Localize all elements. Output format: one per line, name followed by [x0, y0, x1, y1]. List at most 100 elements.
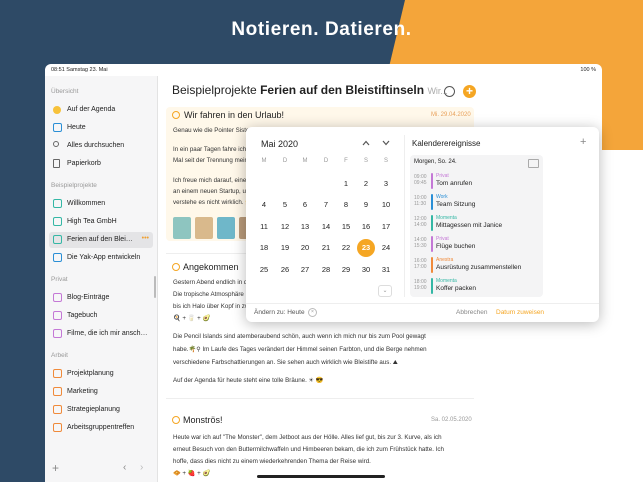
event-color-bar [431, 257, 433, 273]
calendar-day[interactable]: 13 [295, 218, 315, 236]
event-item[interactable]: 16:00 17:00 Anestra Ausrüstung zusammenste… [414, 256, 538, 276]
event-calendar: Work [436, 194, 448, 200]
calendar-day[interactable]: 2 [356, 175, 376, 193]
calendar-day-selected[interactable]: 23 [357, 239, 375, 257]
sidebar-item-search[interactable]: Alles durchsuchen [49, 138, 153, 154]
event-color-bar [431, 236, 433, 252]
calendar-day[interactable]: 8 [336, 196, 356, 214]
entry-title: Monströs! [183, 415, 223, 425]
calendar-day[interactable]: 11 [254, 218, 274, 236]
sidebar-item-label: Willkommen [67, 200, 106, 207]
sidebar-item-blog[interactable]: Blog-Einträge [49, 290, 153, 306]
calendar-day[interactable]: 17 [376, 218, 396, 236]
calendar-day[interactable]: 24 [376, 239, 396, 257]
sidebar-item-strategieplanung[interactable]: Strategieplanung [49, 402, 153, 418]
calendar-day[interactable]: 5 [275, 196, 295, 214]
sidebar-item-high-tea[interactable]: High Tea GmbH [49, 214, 153, 230]
entry-checkbox[interactable] [172, 111, 180, 119]
entry-checkbox[interactable] [172, 416, 180, 424]
search-icon[interactable] [444, 86, 455, 97]
section-overview: Übersicht [51, 88, 79, 95]
calendar-day[interactable]: 25 [254, 261, 274, 279]
document-icon [53, 253, 62, 262]
add-event-button[interactable]: + [580, 136, 586, 148]
entry-date[interactable]: Mi. 29.04.2020 [431, 112, 471, 118]
sidebar-scrollbar[interactable] [154, 276, 156, 298]
weekday-label: M [261, 158, 267, 164]
sidebar-item-marketing[interactable]: Marketing [49, 384, 153, 400]
chevron-up-icon [362, 140, 370, 146]
sidebar-item-ferien[interactable]: Ferien auf den Blei… ••• [49, 232, 153, 248]
calendar-day[interactable]: 1 [336, 175, 356, 193]
cancel-button[interactable]: Abbrechen [456, 309, 487, 316]
next-month-icon[interactable] [382, 138, 390, 148]
back-button[interactable]: ‹ [123, 462, 126, 473]
calendar-day[interactable]: 12 [275, 218, 295, 236]
clear-date-icon[interactable]: × [308, 308, 317, 317]
sidebar-item-projektplanung[interactable]: Projektplanung [49, 366, 153, 382]
event-color-bar [431, 173, 433, 189]
calendar-day[interactable]: 31 [376, 261, 396, 279]
calendar-day[interactable]: 4 [254, 196, 274, 214]
prev-month-icon[interactable] [362, 138, 370, 148]
change-to-today-button[interactable]: Ändern zu: Heute [254, 309, 305, 316]
sidebar-item-agenda[interactable]: Auf der Agenda [49, 102, 153, 118]
calendar-toggle-icon[interactable] [528, 159, 539, 168]
calendar-day[interactable]: 28 [316, 261, 336, 279]
sidebar-item-filme[interactable]: Filme, die ich mir ansch… [49, 326, 153, 342]
calendar-day[interactable]: 30 [356, 261, 376, 279]
sidebar-item-trash[interactable]: Papierkorb [49, 156, 153, 172]
sidebar-item-label: Filme, die ich mir ansch… [67, 330, 148, 337]
assign-date-button[interactable]: Datum zuweisen [496, 309, 544, 316]
sidebar-item-today[interactable]: Heute [49, 120, 153, 136]
event-item[interactable]: 09:00 09:45 Privat Tom anrufen [414, 172, 538, 192]
event-item[interactable]: 18:00 19:00 Momenta Koffer packen [414, 277, 538, 297]
event-item[interactable]: 10:00 11:30 Work Team Sitzung [414, 193, 538, 213]
sidebar-item-willkommen[interactable]: Willkommen [49, 196, 153, 212]
event-time: 16:00 17:00 [414, 258, 427, 270]
calendar-day[interactable]: 7 [316, 196, 336, 214]
page-title: Beispielprojekte Ferien auf den Bleistif… [172, 83, 448, 97]
sidebar-item-yak-app[interactable]: Die Yak-App entwickeln [49, 250, 153, 266]
search-icon [53, 141, 59, 147]
calendar-day[interactable]: 29 [336, 261, 356, 279]
event-name: Koffer packen [436, 285, 476, 292]
marketing-headline: Notieren. Datieren. [231, 19, 412, 40]
event-item[interactable]: 12:00 14:00 Momenta Mittagessen mit Janice [414, 214, 538, 234]
entry-checkbox[interactable] [172, 263, 180, 271]
calendar-day[interactable]: 22 [336, 239, 356, 257]
sidebar-item-tagebuch[interactable]: Tagebuch [49, 308, 153, 324]
weekday-label: S [363, 158, 368, 164]
calendar-day[interactable]: 18 [254, 239, 274, 257]
calendar-day[interactable]: 26 [275, 261, 295, 279]
calendar-month: Mai 2020 [261, 139, 299, 149]
more-icon[interactable]: ••• [142, 235, 149, 242]
calendar-day[interactable]: 20 [295, 239, 315, 257]
calendar-day[interactable]: 19 [275, 239, 295, 257]
add-entry-button[interactable]: + [463, 85, 476, 98]
calendar-day[interactable]: 3 [376, 175, 396, 193]
document-icon [53, 293, 62, 302]
calendar-day[interactable]: 21 [316, 239, 336, 257]
calendar-day[interactable]: 14 [316, 218, 336, 236]
entry-date[interactable]: Sa. 02.05.2020 [431, 417, 472, 423]
expand-calendar-icon[interactable]: ⌄ [378, 285, 392, 297]
calendar-day[interactable]: 27 [295, 261, 315, 279]
event-item[interactable]: 14:00 15:30 Privat Flüge buchen [414, 235, 538, 255]
photo-thumbnail[interactable] [195, 217, 213, 239]
sidebar-item-label: Papierkorb [67, 160, 101, 167]
calendar-day[interactable]: 9 [356, 196, 376, 214]
sidebar-item-arbeitsgruppen[interactable]: Arbeitsgruppentreffen [49, 420, 153, 436]
calendar-day[interactable]: 16 [356, 218, 376, 236]
breadcrumb[interactable]: Beispielprojekte [172, 83, 257, 97]
calendar-day[interactable]: 15 [336, 218, 356, 236]
add-project-button[interactable]: + [52, 461, 59, 475]
calendar-day[interactable]: 6 [295, 196, 315, 214]
forward-button[interactable]: › [140, 462, 143, 473]
photo-thumbnail[interactable] [217, 217, 235, 239]
calendar-day[interactable]: 10 [376, 196, 396, 214]
sidebar-item-label: Marketing [67, 388, 98, 395]
weekday-label: M [302, 158, 308, 164]
photo-thumbnail[interactable] [173, 217, 191, 239]
events-panel: Morgen, So. 24. 09:00 09:45 Privat Tom anr… [410, 155, 543, 297]
